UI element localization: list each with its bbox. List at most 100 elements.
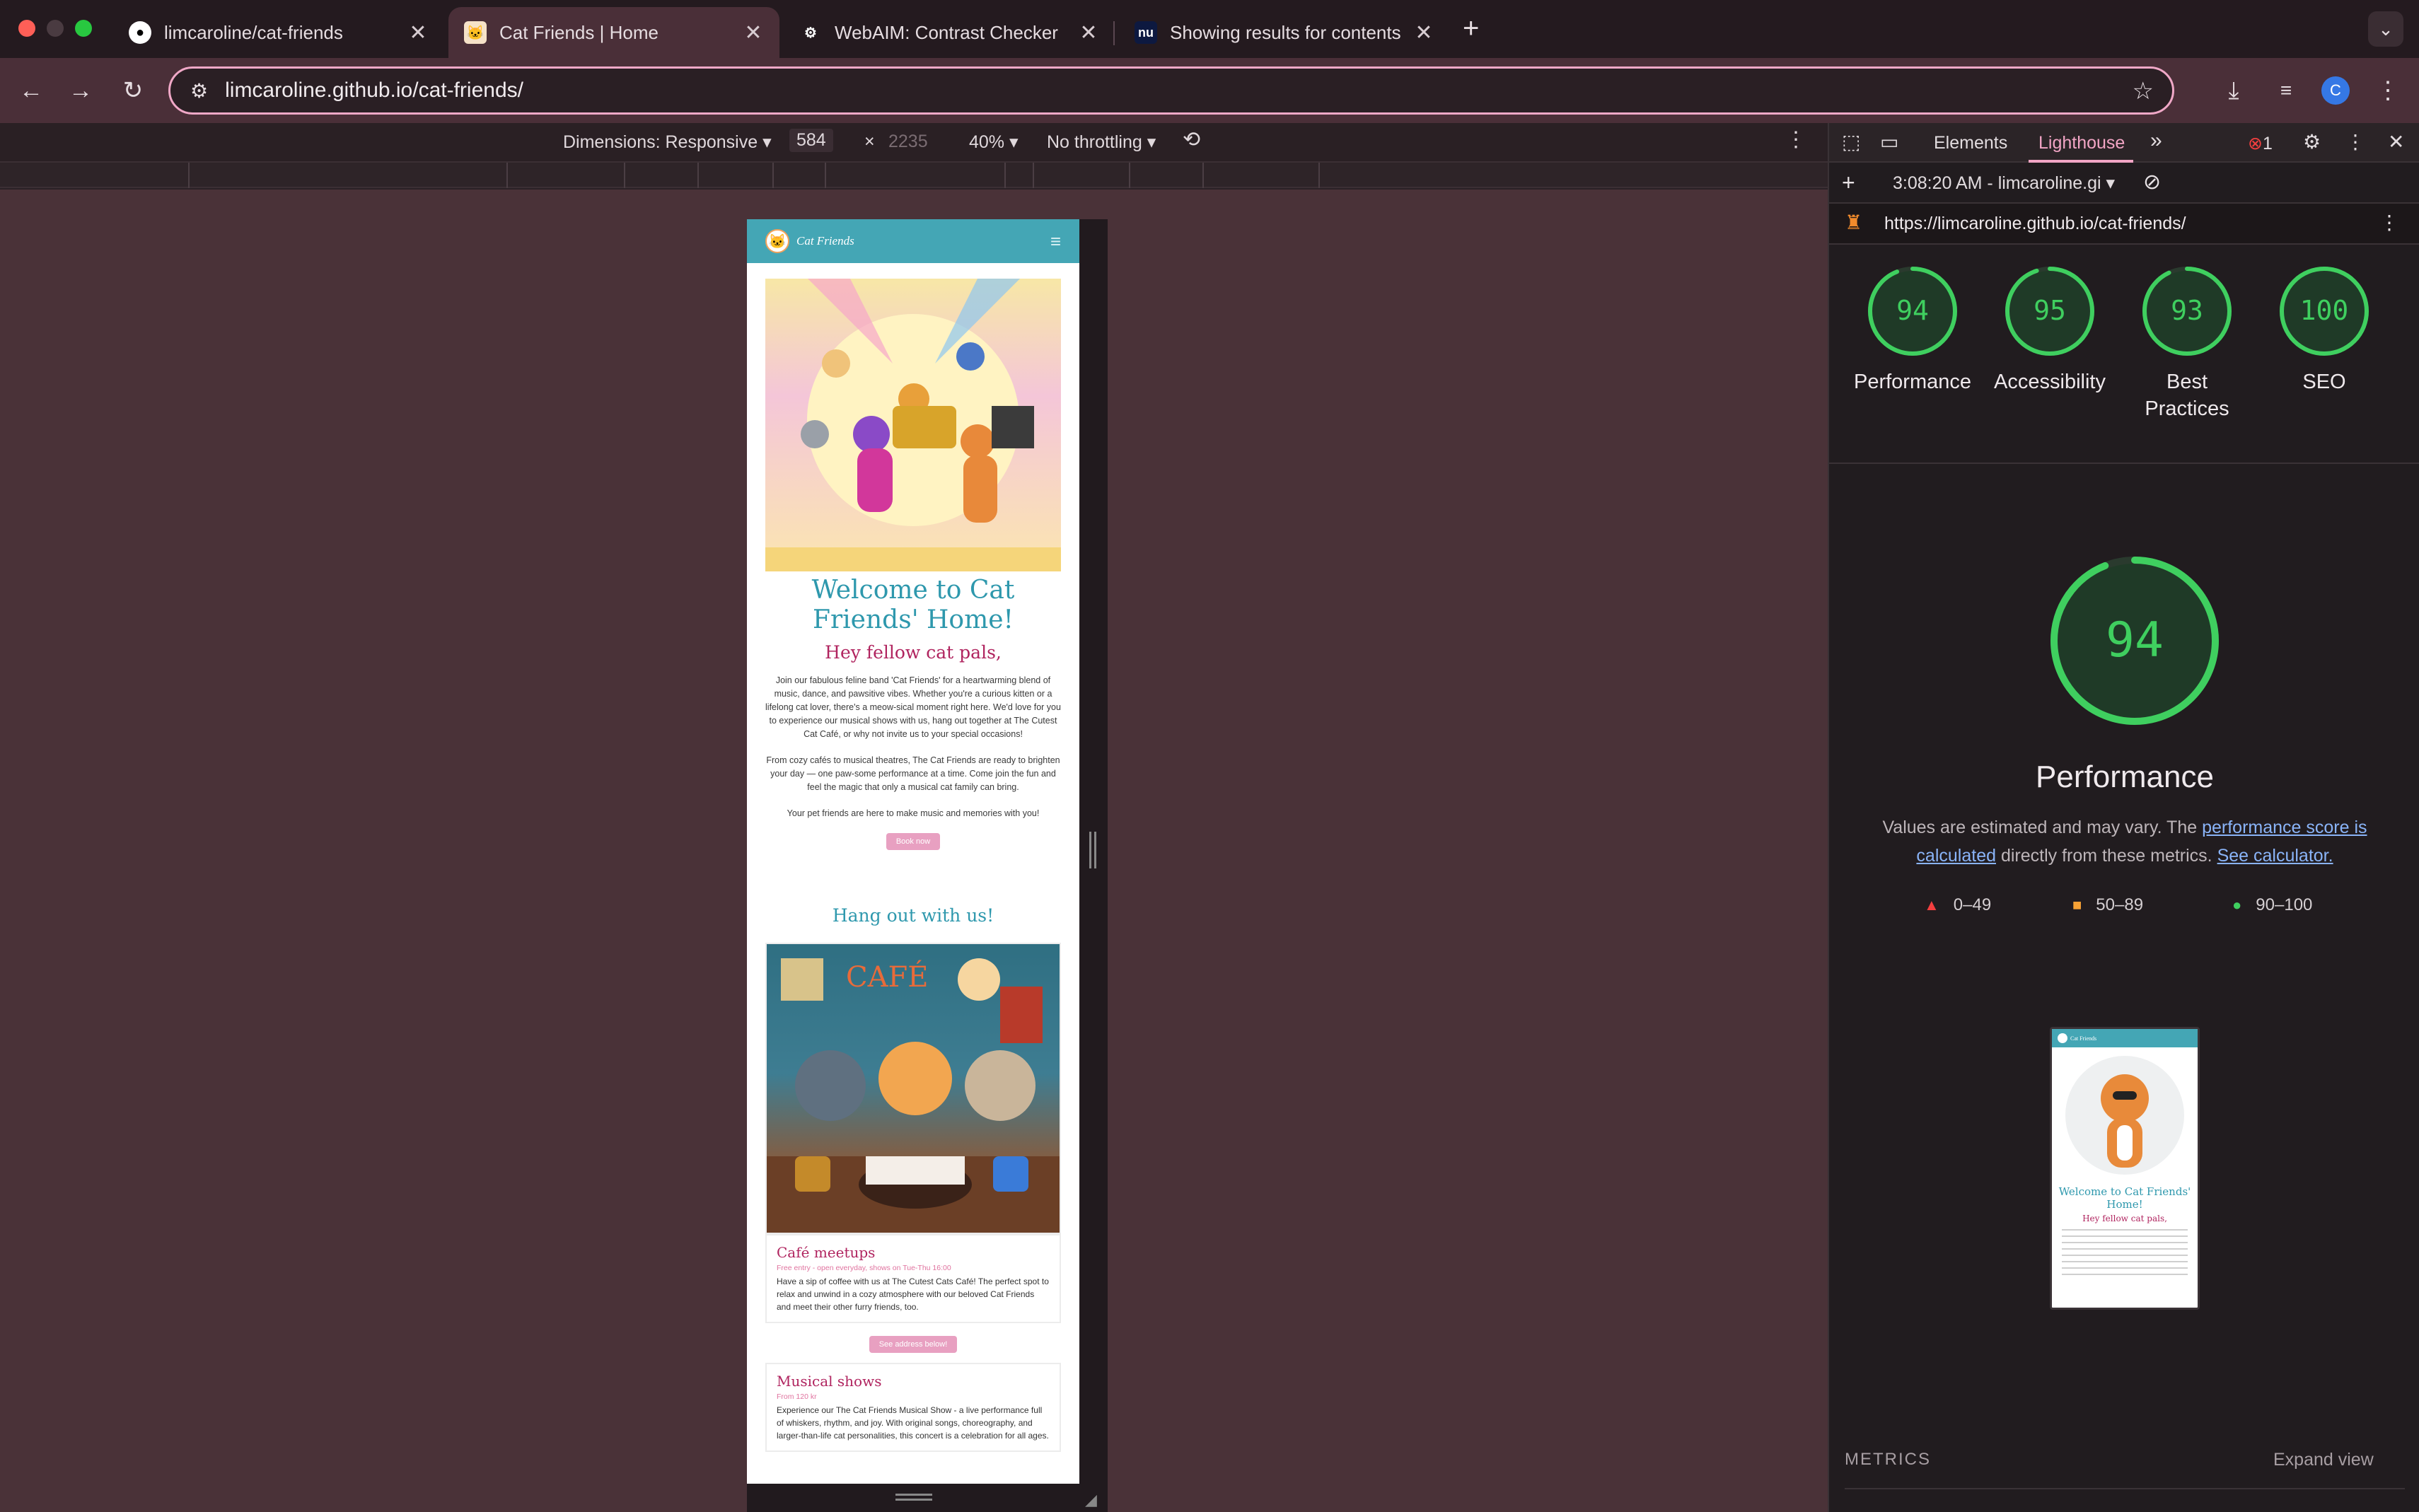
site-brand[interactable]: Cat Friends (796, 234, 1043, 248)
tab-close-button[interactable]: ✕ (743, 21, 764, 45)
gauge-ring: 95 (2005, 267, 2094, 356)
bookmark-star-icon[interactable]: ☆ (2133, 77, 2154, 105)
viewport-resize-handle-right[interactable] (1079, 219, 1108, 1512)
see-address-button[interactable]: See address below! (869, 1336, 958, 1353)
download-icon[interactable]: ⤓ (2217, 74, 2251, 107)
gauge-ring: 94 (1868, 267, 1957, 356)
tab-close-button[interactable]: ✕ (1413, 21, 1434, 45)
expand-view-toggle[interactable]: Expand view (2273, 1450, 2374, 1470)
lighthouse-toolbar: + 3:08:20 AM - limcaroline.gi ▾ ⊘ (1829, 163, 2419, 204)
device-toggle-icon[interactable]: ▭ (1880, 130, 1898, 153)
gauge-ring: 94 (2050, 557, 2219, 725)
tab-webaim[interactable]: ⚙ WebAIM: Contrast Checker ✕ (784, 7, 1115, 58)
final-screenshot-thumbnail[interactable]: Cat Friends Welcome to Cat Friends' Home… (2050, 1027, 2200, 1310)
clear-reports-icon[interactable]: ⊘ (2143, 170, 2161, 194)
card-title: Musical shows (777, 1373, 882, 1390)
intro-paragraph-3: Your pet friends are here to make music … (787, 808, 1040, 818)
tab-github[interactable]: ● limcaroline/cat-friends ✕ (113, 7, 444, 58)
score-accessibility[interactable]: 95 Accessibility (1979, 264, 2121, 395)
report-menu-icon[interactable]: ⋮ (2379, 211, 2399, 234)
back-arrow-icon[interactable]: ← (14, 74, 48, 107)
maximize-window-button[interactable] (75, 20, 92, 37)
github-icon: ● (129, 21, 151, 44)
address-bar[interactable]: ⚙ limcaroline.github.io/cat-friends/ ☆ (168, 66, 2174, 115)
performance-description: Values are estimated and may vary. The p… (1872, 813, 2378, 870)
card-text: Have a sip of coffee with us at The Cute… (777, 1277, 1049, 1312)
book-now-button[interactable]: Book now (886, 833, 941, 850)
inspect-element-icon[interactable]: ⬚ (1842, 130, 1860, 153)
webaim-gear-icon: ⚙ (804, 25, 817, 41)
lighthouse-icon: ♜ (1845, 211, 1863, 233)
emulated-page[interactable]: 🐱 Cat Friends ≡ Welcome to Cat Friends' … (747, 219, 1079, 1512)
tab-search-results[interactable]: nu Showing results for contents ✕ (1119, 7, 1450, 58)
reload-icon[interactable]: ↻ (116, 74, 150, 107)
desc-text: directly from these metrics. (1996, 846, 2217, 866)
page-title: Welcome to Cat Friends' Home! (811, 576, 1015, 634)
tab-lighthouse[interactable]: Lighthouse (2038, 133, 2125, 153)
report-url[interactable]: https://limcaroline.github.io/cat-friend… (1884, 214, 2186, 234)
tab-title: Showing results for contents (1170, 21, 1400, 43)
device-toolbar-menu-icon[interactable]: ⋮ (1785, 127, 1806, 152)
tab-elements[interactable]: Elements (1934, 133, 2007, 153)
card-text: Experience our The Cat Friends Musical S… (777, 1405, 1049, 1441)
score-seo[interactable]: 100 SEO (2253, 264, 2395, 395)
score-best-practices[interactable]: 93 Best Practices (2116, 264, 2258, 422)
rotate-icon[interactable]: ⟲ (1183, 127, 1200, 152)
see-calculator-link[interactable]: See calculator. (2217, 846, 2333, 866)
divider (1829, 463, 2419, 464)
thumb-cat-image (2065, 1056, 2184, 1175)
more-tabs-icon[interactable]: » (2150, 129, 2162, 153)
browser-toolbar: ← → ↻ ⚙ limcaroline.github.io/cat-friend… (0, 58, 2419, 123)
cat-logo-icon[interactable]: 🐱 (765, 229, 789, 253)
section-heading: Hang out with us! (832, 905, 994, 926)
zoom-select[interactable]: 40% ▾ (969, 132, 1019, 153)
legend-range: 0–49 (1953, 895, 1992, 914)
legend-average: ■ 50–89 (2072, 895, 2143, 915)
minimize-window-button[interactable] (47, 20, 64, 37)
dimensions-select[interactable]: Dimensions: Responsive ▾ (563, 132, 772, 153)
close-window-button[interactable] (18, 20, 35, 37)
tab-strip: ● limcaroline/cat-friends ✕ 🐱 Cat Friend… (0, 0, 2419, 58)
close-devtools-icon[interactable]: ✕ (2388, 130, 2404, 153)
hamburger-menu-icon[interactable]: ≡ (1050, 231, 1061, 252)
intro-paragraph-2: From cozy cafés to musical theatres, The… (766, 755, 1060, 792)
settings-gear-icon[interactable]: ⚙ (2303, 130, 2321, 153)
devtools-tab-bar: ⬚ ▭ Elements Lighthouse » ⊗1 ⚙ ⋮ ✕ (1829, 123, 2419, 163)
tab-title: WebAIM: Contrast Checker (835, 21, 1058, 43)
new-report-icon[interactable]: + (1842, 170, 1855, 196)
profile-avatar[interactable]: C (2321, 76, 2350, 105)
report-selector[interactable]: 3:08:20 AM - limcaroline.gi ▾ (1893, 173, 2115, 194)
throttling-label: No throttling (1047, 132, 1142, 152)
media-queue-icon[interactable]: ≡ (2269, 74, 2303, 107)
musical-shows-card: Musical shows From 120 kr Experience our… (765, 1363, 1061, 1452)
thumb-paragraph-lines (2062, 1229, 2188, 1279)
band-hero-image (765, 279, 1061, 571)
legend-range: 90–100 (2256, 895, 2313, 914)
height-input[interactable]: 2235 (888, 132, 928, 152)
tab-close-button[interactable]: ✕ (1078, 21, 1099, 45)
main-score-value: 94 (2106, 612, 2164, 668)
new-tab-button[interactable]: + (1463, 13, 1479, 45)
browser-menu-icon[interactable]: ⋮ (2371, 74, 2405, 107)
score-performance[interactable]: 94 Performance (1842, 264, 1983, 395)
thumb-brand: Cat Friends (2070, 1035, 2097, 1042)
error-badge[interactable]: ⊗1 (2248, 133, 2273, 154)
score-label: Accessibility (1994, 371, 2106, 393)
site-header: 🐱 Cat Friends ≡ (747, 219, 1079, 263)
thumb-logo-icon (2058, 1033, 2067, 1043)
tab-close-button[interactable]: ✕ (407, 21, 429, 45)
url-path: /cat-friends/ (412, 78, 523, 102)
width-input[interactable]: 584 (789, 129, 833, 152)
card-title: Café meetups (777, 1244, 876, 1261)
site-info-icon[interactable]: ⚙ (190, 79, 208, 103)
viewport-resize-handle-bottom[interactable]: ◢ (747, 1484, 1097, 1512)
circle-icon: ● (2232, 896, 2242, 914)
resize-corner-icon[interactable]: ◢ (1085, 1491, 1097, 1509)
forward-arrow-icon[interactable]: → (64, 74, 98, 107)
triangle-icon: ▲ (1924, 896, 1939, 914)
devtools-menu-icon[interactable]: ⋮ (2345, 130, 2365, 153)
tab-cat-friends[interactable]: 🐱 Cat Friends | Home ✕ (448, 7, 779, 58)
tab-search-dropdown-icon[interactable]: ⌄ (2368, 11, 2403, 47)
device-toolbar: Dimensions: Responsive ▾ 584 × 2235 40% … (0, 123, 1828, 163)
throttling-select[interactable]: No throttling ▾ (1047, 132, 1156, 153)
